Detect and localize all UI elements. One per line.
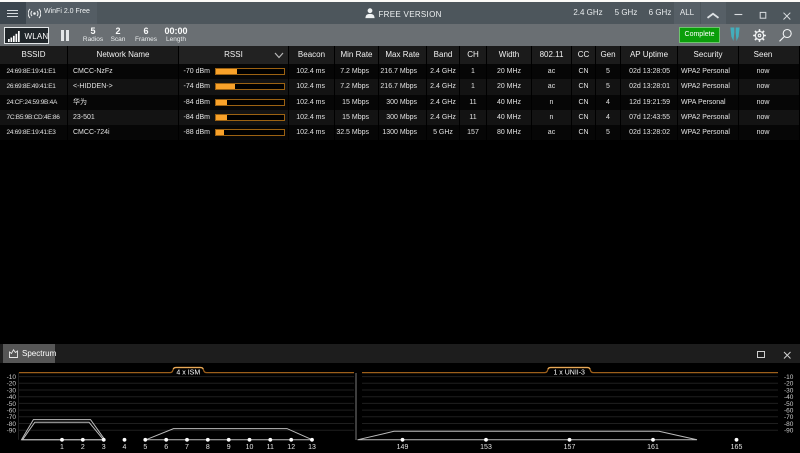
svg-text:4: 4 <box>123 444 127 451</box>
svg-text:3: 3 <box>102 444 106 451</box>
svg-text:-90: -90 <box>784 428 794 435</box>
svg-text:153: 153 <box>480 444 492 451</box>
svg-text:5: 5 <box>143 444 147 451</box>
svg-text:2: 2 <box>81 444 85 451</box>
svg-text:9: 9 <box>227 444 231 451</box>
svg-text:7: 7 <box>185 444 189 451</box>
svg-text:6: 6 <box>164 444 168 451</box>
svg-text:1 x UNII-3: 1 x UNII-3 <box>553 370 585 377</box>
svg-text:-90: -90 <box>7 428 17 435</box>
svg-text:13: 13 <box>308 444 316 451</box>
svg-text:161: 161 <box>647 444 659 451</box>
svg-text:8: 8 <box>206 444 210 451</box>
svg-text:1: 1 <box>60 444 64 451</box>
svg-text:12: 12 <box>287 444 295 451</box>
svg-text:149: 149 <box>397 444 409 451</box>
svg-text:10: 10 <box>246 444 254 451</box>
svg-text:165: 165 <box>731 444 743 451</box>
svg-text:4 x ISM: 4 x ISM <box>176 370 200 377</box>
svg-text:11: 11 <box>267 444 274 451</box>
svg-text:157: 157 <box>564 444 576 451</box>
